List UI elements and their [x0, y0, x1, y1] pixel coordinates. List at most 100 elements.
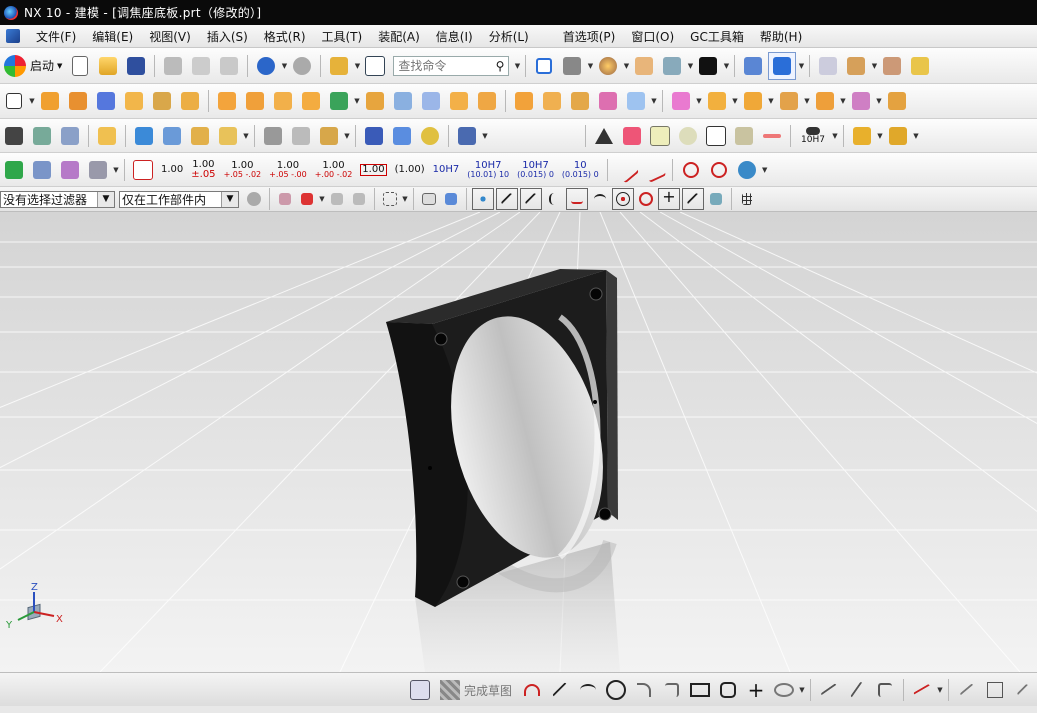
revolve-button[interactable] [65, 88, 91, 114]
orient-view-button[interactable] [740, 53, 766, 79]
type-filter-select[interactable]: 没有选择过滤器 ▼ [0, 190, 115, 208]
grid-snap-button[interactable] [737, 189, 757, 209]
tol-unilateral-a[interactable]: 1.00 +.05 -.02 [224, 160, 262, 179]
chamfer-sketch-button[interactable] [659, 677, 685, 703]
menu-analysis[interactable]: 分析(L) [481, 28, 537, 45]
rectangle-button[interactable] [687, 677, 713, 703]
check-mate-button[interactable] [1, 157, 27, 183]
chevron-down-icon[interactable]: ▼ [97, 191, 114, 207]
dimension-button[interactable] [982, 677, 1008, 703]
hammer-button[interactable] [159, 123, 185, 149]
check-geometry-button[interactable] [131, 123, 157, 149]
studio-render-button[interactable] [595, 53, 621, 79]
radius-leader-button[interactable] [641, 156, 667, 183]
gear-button[interactable] [417, 123, 443, 149]
scope-filter-select[interactable]: 仅在工作部件内 ▼ [119, 190, 239, 208]
menu-assembly[interactable]: 装配(A) [370, 28, 428, 45]
profile-button[interactable] [519, 677, 545, 703]
diameter-button[interactable] [678, 157, 704, 183]
draft-button[interactable] [390, 88, 416, 114]
tol-unilateral-c[interactable]: 1.00 +.00 -.02 [315, 160, 353, 179]
menu-view[interactable]: 视图(V) [141, 28, 199, 45]
diameter-leader-button[interactable] [706, 157, 732, 183]
extrude-button[interactable] [37, 88, 63, 114]
point-on-curve-snap-button[interactable] [682, 188, 704, 210]
graphics-window[interactable]: Z X Y [0, 212, 1037, 672]
polygon-button[interactable] [715, 677, 741, 703]
radius-dimension-button[interactable] [612, 156, 640, 183]
customize-button[interactable] [907, 53, 933, 79]
control-point-snap-button[interactable] [544, 189, 564, 209]
offset-curve-dropdown[interactable]: ▼ [936, 677, 944, 703]
datum-button[interactable] [326, 88, 352, 114]
spreadsheet-button[interactable] [57, 157, 83, 183]
arc-center-snap-button[interactable] [590, 189, 610, 209]
select-settings-button[interactable] [244, 189, 264, 209]
undo-button[interactable] [253, 53, 279, 79]
tol-fit-limits[interactable]: 10H7 (10.01) 10 [467, 160, 509, 179]
select-body-button[interactable] [419, 189, 439, 209]
reposition-button[interactable] [848, 88, 874, 114]
add-grid-button[interactable] [647, 123, 673, 149]
feature-selection-button[interactable] [297, 189, 317, 209]
tol-unilateral-b[interactable]: 1.00 +.05 -.00 [269, 160, 307, 179]
cylinder-gc-button[interactable] [361, 123, 387, 149]
snap-points-button[interactable] [472, 188, 494, 210]
menu-insert[interactable]: 插入(S) [199, 28, 256, 45]
assembly-constraint-dropdown[interactable]: ▼ [731, 88, 739, 114]
clip-section-button[interactable] [768, 51, 797, 80]
sketch-button[interactable] [1, 88, 27, 114]
add-component-dropdown[interactable]: ▼ [695, 88, 703, 114]
return-dropdown[interactable]: ▼ [761, 157, 769, 183]
mirror-curve-button[interactable] [954, 677, 980, 703]
triangle-button[interactable] [591, 123, 617, 149]
menu-preferences[interactable]: 首选项(P) [555, 28, 624, 45]
cone-button[interactable] [149, 88, 175, 114]
point-on-face-snap-button[interactable] [706, 189, 726, 209]
coordinate-dropdown[interactable]: ▼ [112, 157, 120, 183]
touch-mode-dropdown[interactable]: ▼ [353, 53, 361, 79]
add-component-button[interactable] [668, 88, 694, 114]
app-menu-icon[interactable] [6, 29, 20, 43]
constraint-button[interactable] [1010, 677, 1036, 703]
background-button[interactable] [695, 53, 721, 79]
reposition-dropdown[interactable]: ▼ [875, 88, 883, 114]
center-snap-button[interactable] [612, 188, 634, 210]
layer-settings-button[interactable] [631, 53, 657, 79]
rectangle-select-button[interactable] [380, 189, 400, 209]
shell-button[interactable] [446, 88, 472, 114]
gc-fasteners-dropdown[interactable]: ▼ [876, 123, 884, 149]
quick-extend-button[interactable] [844, 677, 870, 703]
sketch-dropdown[interactable]: ▼ [28, 88, 36, 114]
gc-standard-parts-button[interactable] [885, 123, 911, 149]
layer-stack-button[interactable] [29, 123, 55, 149]
fillet-button[interactable] [631, 677, 657, 703]
subtract-button[interactable] [740, 88, 766, 114]
move-face-button[interactable] [288, 123, 314, 149]
mirror-button[interactable] [567, 88, 593, 114]
spring-button[interactable] [389, 123, 415, 149]
pattern-feature-button[interactable] [270, 88, 296, 114]
drafting-button[interactable] [187, 123, 213, 149]
dimension-style-button[interactable] [130, 157, 156, 183]
thread-button[interactable] [539, 88, 565, 114]
tol-limits[interactable]: 10 (0.015) 0 [562, 160, 599, 179]
search-dropdown[interactable]: ▼ [513, 53, 521, 79]
quick-trim-button[interactable] [816, 677, 842, 703]
command-finder-button[interactable] [362, 53, 388, 79]
return-button[interactable] [734, 157, 760, 183]
line-button[interactable] [547, 677, 573, 703]
pmi-button[interactable] [215, 123, 241, 149]
cut-button[interactable] [160, 53, 186, 79]
make-corner-button[interactable] [872, 677, 898, 703]
bearing-button[interactable] [454, 123, 480, 149]
menu-format[interactable]: 格式(R) [256, 28, 314, 45]
point-button[interactable]: + [743, 677, 769, 703]
undo-dropdown[interactable]: ▼ [280, 53, 288, 79]
menu-gc-toolbox[interactable]: GC工具箱 [682, 28, 752, 45]
subtract-dropdown[interactable]: ▼ [767, 88, 775, 114]
bearing-dropdown[interactable]: ▼ [481, 123, 489, 149]
pencil-button[interactable] [94, 123, 120, 149]
endpoint-snap-button[interactable] [496, 188, 518, 210]
menu-window[interactable]: 窗口(O) [623, 28, 682, 45]
